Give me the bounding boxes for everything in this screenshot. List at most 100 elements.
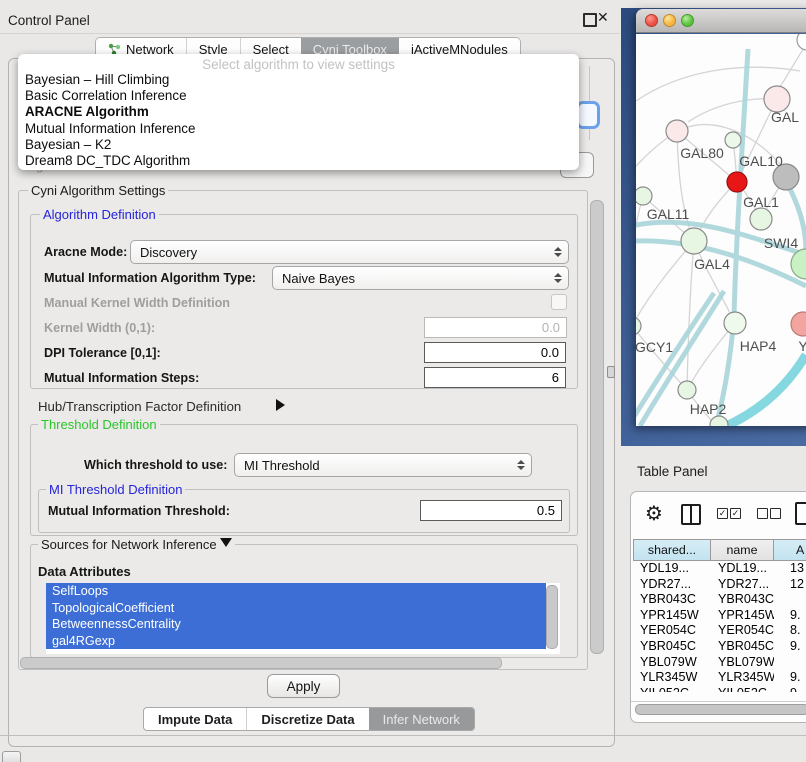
zoom-traffic-light-icon[interactable] [681, 14, 694, 27]
network-node[interactable] [678, 381, 696, 399]
table-row[interactable]: YDR27...YDR27...12 [633, 577, 806, 593]
algorithm-option[interactable]: Dream8 DC_TDC Algorithm [18, 153, 579, 169]
mi-steps-input[interactable]: 6 [424, 367, 566, 388]
which-threshold-select[interactable]: MI Threshold [234, 453, 532, 477]
settings-horizontal-scrollbar[interactable] [20, 657, 502, 669]
table-body: YDL19...YDL19...13YDR27...YDR27...12YBR0… [633, 561, 806, 692]
table-horizontal-scrollbar[interactable] [631, 701, 806, 714]
apply-button[interactable]: Apply [267, 674, 340, 698]
network-view-window[interactable]: GALGAL80GAL10GAL11GAL1SWI4GAL4GCY1HAP4YH… [636, 9, 806, 426]
attribute-list-item[interactable]: TopologicalCoefficient [46, 600, 546, 617]
table-row[interactable]: YER054CYER054C8. [633, 623, 806, 639]
algorithm-option[interactable]: Bayesian – Hill Climbing [18, 72, 579, 88]
network-node[interactable] [725, 132, 741, 148]
network-node[interactable] [710, 416, 728, 426]
table-cell: YBR043C [633, 592, 711, 608]
attribute-list-item[interactable]: SelfLoops [46, 583, 546, 600]
tab-impute-data[interactable]: Impute Data [144, 708, 246, 730]
network-node-label: Y [798, 338, 806, 354]
collapse-arrow-icon[interactable] [220, 538, 232, 547]
popup-placeholder: Select algorithm to view settings [18, 57, 579, 72]
network-node[interactable] [791, 312, 806, 336]
tab-discretize-data[interactable]: Discretize Data [246, 708, 368, 730]
table-cell: YBR045C [633, 639, 711, 655]
hidden-focused-combo-fragment [576, 101, 600, 129]
network-node[interactable] [724, 312, 746, 334]
data-attributes-list[interactable]: SelfLoopsTopologicalCoefficientBetweenne… [46, 583, 560, 654]
settings-vertical-scrollbar[interactable] [590, 200, 604, 654]
network-node[interactable] [791, 249, 806, 279]
network-node[interactable] [636, 187, 652, 205]
hub-definition-label[interactable]: Hub/Transcription Factor Definition [38, 399, 241, 414]
network-node[interactable] [666, 120, 688, 142]
gear-icon[interactable]: ⚙ [645, 501, 663, 527]
scrollbar-thumb[interactable] [635, 704, 806, 715]
tab-infer-network[interactable]: Infer Network [369, 708, 474, 730]
sources-group-title: Sources for Network Inference [38, 537, 235, 552]
table-cell: YDR27... [711, 577, 774, 593]
network-node[interactable] [681, 228, 707, 254]
attributes-scrollbar[interactable] [546, 585, 558, 649]
column-header[interactable]: name [711, 539, 774, 561]
table-toolbar: ⚙ ✓ ✓ [631, 500, 806, 530]
manual-kernel-checkbox[interactable] [551, 294, 567, 310]
algorithm-option[interactable]: ARACNE Algorithm [18, 104, 579, 120]
attribute-list-item[interactable]: gal4RGexp [46, 633, 546, 650]
network-node[interactable] [750, 208, 772, 230]
network-node-label: SWI4 [764, 235, 798, 251]
algorithm-option[interactable]: Mutual Information Inference [18, 121, 579, 137]
table-row[interactable]: YBL079WYBL079W [633, 655, 806, 671]
mi-type-label: Mutual Information Algorithm Type: [44, 271, 256, 285]
split-columns-icon[interactable] [681, 504, 701, 525]
table-cell: 9. [774, 670, 806, 686]
network-node-label: GAL1 [743, 194, 779, 210]
document-icon[interactable] [795, 502, 806, 525]
unchecked-checkbox-icon[interactable] [770, 508, 781, 519]
network-window-titlebar[interactable] [636, 9, 806, 33]
mi-threshold-input[interactable]: 0.5 [420, 500, 562, 521]
network-node[interactable] [636, 317, 641, 335]
minimize-traffic-light-icon[interactable] [663, 14, 676, 27]
algorithm-option[interactable]: Bayesian – K2 [18, 137, 579, 153]
threshold-definition-title: Threshold Definition [38, 417, 160, 432]
network-node-label: GAL10 [739, 153, 783, 169]
table-row[interactable]: YBR043CYBR043C [633, 592, 806, 608]
algorithm-option[interactable]: Basic Correlation Inference [18, 88, 579, 104]
table-row[interactable]: YLR345WYLR345W9. [633, 670, 806, 686]
table-row[interactable]: YPR145WYPR145W9. [633, 608, 806, 624]
aracne-mode-select[interactable]: Discovery [130, 240, 569, 264]
unchecked-checkbox-icon[interactable] [757, 508, 768, 519]
algorithm-option-list: Bayesian – Hill ClimbingBasic Correlatio… [18, 72, 579, 169]
network-node[interactable] [727, 172, 747, 192]
network-node-label: HAP2 [690, 401, 727, 417]
table-cell: YER054C [633, 623, 711, 639]
column-header[interactable]: shared... [633, 539, 711, 561]
table-row[interactable]: YDL19...YDL19...13 [633, 561, 806, 577]
mi-type-select[interactable]: Naive Bayes [272, 266, 569, 290]
float-panel-icon[interactable] [583, 13, 597, 27]
network-node[interactable] [797, 34, 806, 50]
table-cell: 9. [774, 608, 806, 624]
checked-checkbox-icon[interactable]: ✓ [730, 508, 741, 519]
table-cell: YER054C [711, 623, 774, 639]
table-header-row: shared...nameA [633, 539, 806, 561]
splitter-grip[interactable] [607, 366, 615, 378]
dpi-tolerance-input[interactable]: 0.0 [424, 342, 566, 363]
close-traffic-light-icon[interactable] [645, 14, 658, 27]
application-window: Control Panel ✕ Network Style Select Cyn… [0, 0, 806, 762]
expand-arrow-icon[interactable] [276, 399, 285, 411]
network-node-label: HAP4 [740, 338, 777, 354]
restore-panel-button[interactable] [2, 751, 21, 762]
table-row[interactable]: YBR045CYBR045C9. [633, 639, 806, 655]
checked-checkbox-icon[interactable]: ✓ [717, 508, 728, 519]
kernel-width-input[interactable]: 0.0 [424, 317, 567, 338]
attribute-list-item[interactable]: BetweennessCentrality [46, 616, 546, 633]
table-row[interactable]: YIL052CYIL052C9 [633, 686, 806, 692]
table-cell: 8. [774, 623, 806, 639]
column-header[interactable]: A [774, 539, 806, 561]
combo-arrows-icon [516, 460, 525, 470]
network-canvas[interactable]: GALGAL80GAL10GAL11GAL1SWI4GAL4GCY1HAP4YH… [636, 34, 806, 426]
mi-threshold-label: Mutual Information Threshold: [48, 504, 230, 518]
kernel-width-label: Kernel Width (0,1): [44, 321, 155, 335]
close-icon[interactable]: ✕ [597, 9, 609, 26]
